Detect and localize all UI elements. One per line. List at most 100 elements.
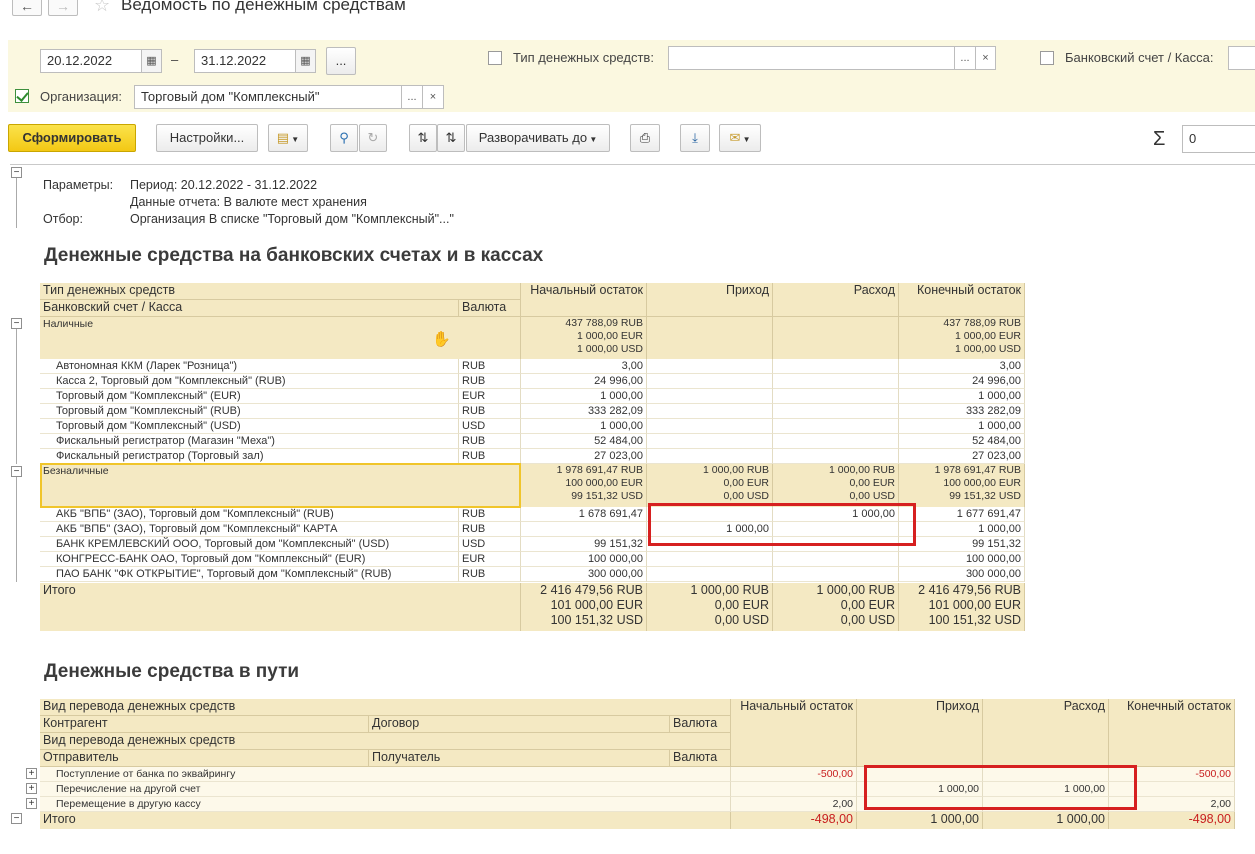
chevron-down-icon: ▼ [289,135,300,144]
table-row-name: Торговый дом "Комплексный" (EUR) [40,389,459,404]
group-line [16,477,17,582]
table-row-expense [773,419,899,434]
total-label: Итого [40,812,731,829]
table-row-expense [773,389,899,404]
table-row-opening: 52 484,00 [521,434,647,449]
cash-type-clear-button[interactable]: × [975,46,996,70]
table-row-opening: 333 282,09 [521,404,647,419]
cash-type-label: Тип денежных средств: [513,50,654,65]
table-row-currency: RUB [459,374,521,389]
column-header-opening: Начальный остаток [521,283,647,317]
generate-button[interactable]: Сформировать [8,124,136,152]
filter-label: Отбор: [43,212,83,226]
table-row-expense [773,552,899,567]
table-row-closing: 99 151,32 [899,537,1025,552]
group-income [647,317,773,359]
bank-account-input[interactable] [1228,46,1255,70]
table-row-closing: 24 996,00 [899,374,1025,389]
cancel-search-button[interactable]: ↻ [359,124,387,152]
calendar-icon: ▦ [146,55,157,67]
organization-input[interactable]: Торговый дом "Комплексный" [134,85,402,109]
forward-button[interactable]: → [48,0,78,16]
chevron-down-icon: ▼ [740,135,751,144]
table-row-name: Перечисление на другой счет [40,782,731,797]
column-header-contract: Договор [369,716,670,733]
settings-button[interactable]: Настройки... [156,124,258,152]
total-closing: -498,00 [1109,812,1235,829]
organization-clear-button[interactable]: × [422,85,444,109]
date-dash: – [171,52,179,67]
table-row-income [647,434,773,449]
cash-type-checkbox[interactable] [488,51,502,65]
table-row-closing: 100 000,00 [899,552,1025,567]
print-button[interactable]: ⎙ [630,124,660,152]
table-row-closing: 333 282,09 [899,404,1025,419]
table-row-closing: 1 677 691,47 [899,507,1025,522]
collapse-noncash-group-button[interactable]: − [11,466,22,477]
table-row-opening: 3,00 [521,359,647,374]
expand-row-button[interactable]: + [26,783,37,794]
table-row-income [647,404,773,419]
group-income: 1 000,00 RUB 0,00 EUR 0,00 USD [647,464,773,507]
table-row-opening: 100 000,00 [521,552,647,567]
sort-asc-icon: ⇅ [445,130,457,145]
organization-checkbox[interactable] [15,89,29,103]
cash-type-select-button[interactable]: ... [954,46,976,70]
expand-row-button[interactable]: + [26,768,37,779]
report-variants-icon: ▤ [276,130,290,145]
column-header-kind: Вид перевода денежных средств [40,733,731,750]
date-from-calendar-button[interactable]: ▦ [141,49,162,73]
search-button[interactable]: ⚲ [330,124,358,152]
table-row-name: АКБ "ВПБ" (ЗАО), Торговый дом "Комплексн… [40,522,459,537]
group-line [16,178,17,228]
period-select-button[interactable]: ... [326,47,356,75]
column-header-currency: Валюта [459,300,521,317]
sort-asc-button[interactable]: ⇅ [437,124,465,152]
collapse-params-button[interactable]: − [11,167,22,178]
arrow-right-icon: → [56,0,70,14]
expand-row-button[interactable]: + [26,798,37,809]
bank-account-checkbox[interactable] [1040,51,1054,65]
table-row-name: Фискальный регистратор (Магазин "Меха") [40,434,459,449]
table-row-income [647,374,773,389]
favorite-star-icon[interactable]: ☆ [94,0,110,16]
expand-to-label: Разворачивать до [478,130,588,145]
organization-select-button[interactable]: ... [401,85,423,109]
cash-type-input[interactable] [668,46,955,70]
variants-button[interactable]: ▤ ▼ [268,124,308,152]
send-email-button[interactable]: ✉ ▼ [719,124,761,152]
column-header-account: Банковский счет / Касса [40,300,459,317]
total-opening: -498,00 [731,812,857,829]
title-bar: ← → ☆ Ведомость по денежным средствам [0,0,1255,40]
total-expense: 1 000,00 [983,812,1109,829]
table-row-opening: 1 000,00 [521,419,647,434]
table-row-currency: RUB [459,359,521,374]
group-opening: 437 788,09 RUB 1 000,00 EUR 1 000,00 USD [521,317,647,359]
bank-account-label: Банковский счет / Касса: [1065,50,1214,65]
envelope-icon: ✉ [729,130,741,145]
chevron-down-icon: ▼ [587,135,598,144]
sum-field[interactable]: 0 [1182,125,1255,153]
table-row-name: Фискальный регистратор (Торговый зал) [40,449,459,464]
sort-desc-button[interactable]: ⇅ [409,124,437,152]
column-header-income: Приход [857,699,983,767]
sort-desc-icon: ⇅ [417,130,429,145]
table-row-name: Автономная ККМ (Ларек "Розница") [40,359,459,374]
table-row-income [647,419,773,434]
date-from-input[interactable]: 20.12.2022 [40,49,142,73]
cancel-search-icon: ↻ [367,130,379,145]
table-row-closing: 1 000,00 [899,522,1025,537]
table-row-closing: 52 484,00 [899,434,1025,449]
date-to-input[interactable]: 31.12.2022 [194,49,296,73]
table-row-closing: 1 000,00 [899,419,1025,434]
column-header-opening: Начальный остаток [731,699,857,767]
expand-to-button[interactable]: Разворачивать до ▼ [466,124,610,152]
save-button[interactable]: ⤓ [680,124,710,152]
back-button[interactable]: ← [12,0,42,16]
table-row-currency: RUB [459,522,521,537]
window-title: Ведомость по денежным средствам [121,0,406,14]
table-row-currency: USD [459,419,521,434]
collapse-cash-group-button[interactable]: − [11,318,22,329]
date-to-calendar-button[interactable]: ▦ [295,49,316,73]
collapse-transit-button[interactable]: − [11,813,22,824]
